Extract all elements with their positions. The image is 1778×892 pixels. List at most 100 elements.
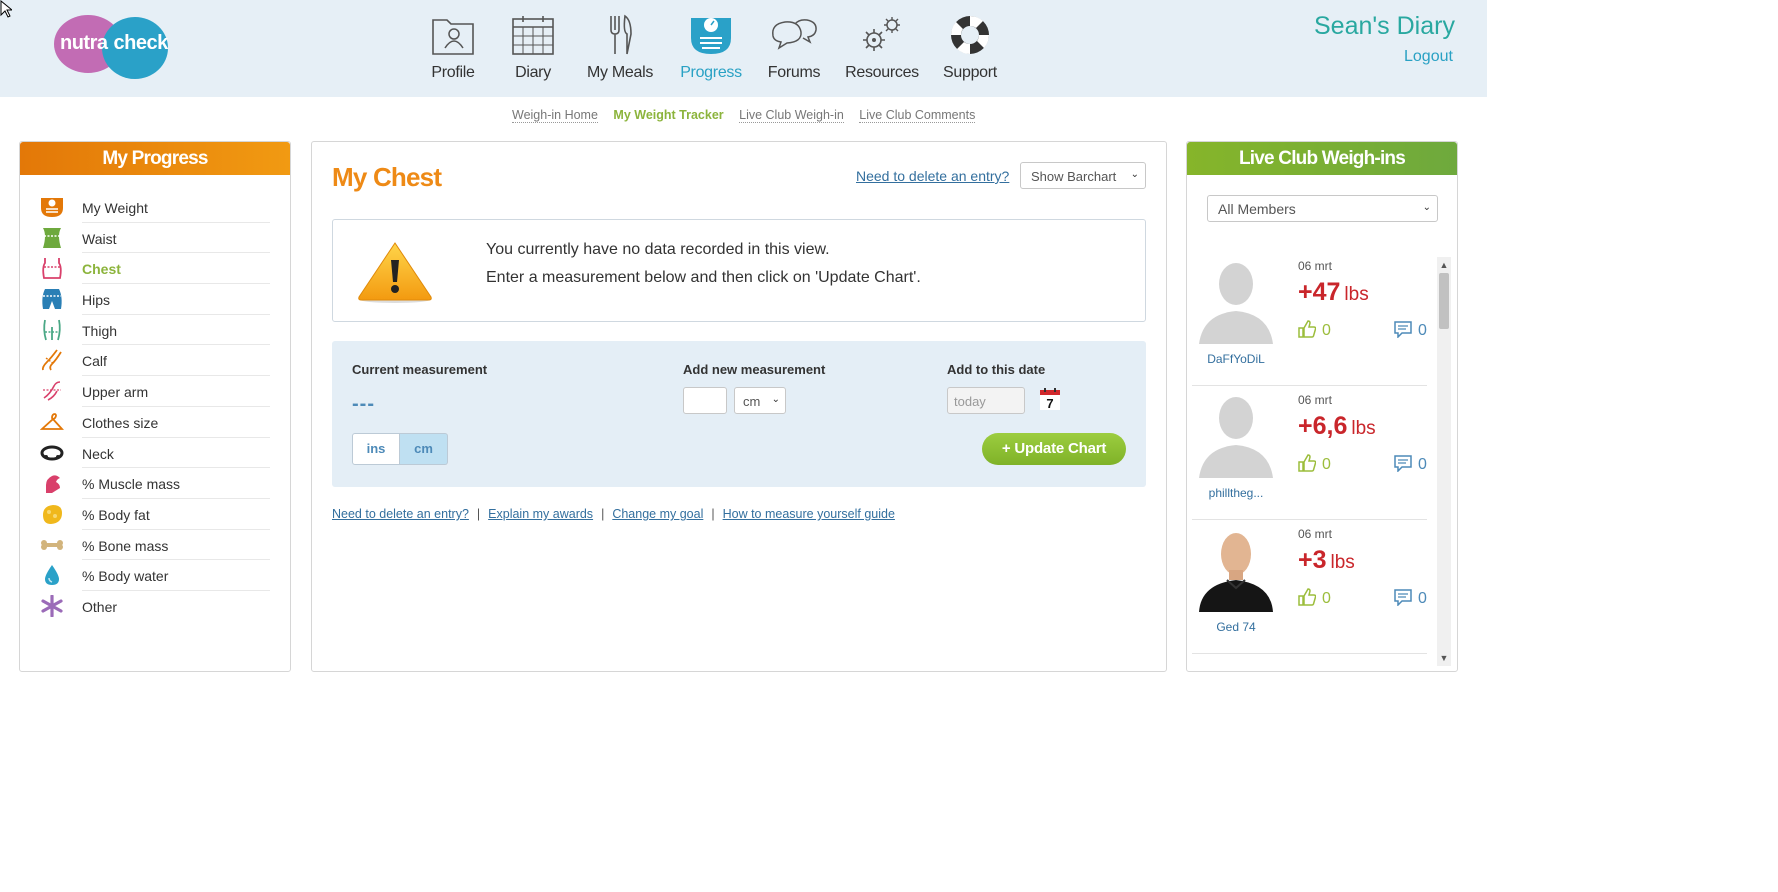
like-button[interactable]: 0 <box>1298 320 1331 340</box>
units-toggle: ins cm <box>352 433 448 465</box>
calf-icon <box>41 349 62 371</box>
fat-icon <box>43 504 62 524</box>
photo-avatar-icon[interactable] <box>1197 528 1275 612</box>
unit-cm-button[interactable]: cm <box>400 433 448 465</box>
page-title: My Chest <box>332 162 442 192</box>
nav-profile[interactable]: Profile <box>408 14 498 82</box>
member-name[interactable]: DaFfYoDiL <box>1192 352 1280 366</box>
progress-item-calf[interactable]: Calf <box>41 345 270 377</box>
progress-item-other[interactable]: Other <box>41 591 270 622</box>
thumbs-up-icon <box>1298 320 1317 338</box>
waist-icon <box>43 227 61 248</box>
chevron-down-icon: ⌄ <box>1422 202 1431 213</box>
subnav-weigh-in-home[interactable]: Weigh-in Home <box>512 108 598 123</box>
nav-resources[interactable]: Resources <box>837 14 927 82</box>
progress-item-body-fat[interactable]: % Body fat <box>43 499 270 530</box>
measurement-input[interactable] <box>683 387 727 414</box>
lifebuoy-icon <box>950 15 990 55</box>
comment-button[interactable]: 0 <box>1394 454 1427 474</box>
default-avatar-icon[interactable] <box>1197 394 1275 478</box>
feed-scrollbar[interactable]: ▲ ▼ <box>1437 257 1451 666</box>
progress-item-thigh[interactable]: Thigh <box>43 315 270 346</box>
scroll-up-arrow-icon[interactable]: ▲ <box>1439 259 1449 271</box>
need-delete-entry-link-bottom[interactable]: Need to delete an entry? <box>332 507 469 521</box>
need-delete-entry-link[interactable]: Need to delete an entry? <box>856 168 1009 184</box>
user-diary-title: Sean's Diary <box>1314 12 1455 40</box>
progress-item-upper-arm[interactable]: Upper arm <box>43 376 270 407</box>
feed-item: DaFfYoDiL 06 mrt +47 lbs 0 0 <box>1192 252 1427 386</box>
current-measurement-label: Current measurement <box>352 362 488 377</box>
progress-item-neck[interactable]: Neck <box>40 438 270 469</box>
nav-resources-label: Resources <box>845 64 919 81</box>
add-measurement-label: Add new measurement <box>683 362 826 377</box>
subnav-live-club-weigh-in[interactable]: Live Club Weigh-in <box>739 108 844 123</box>
explain-awards-link[interactable]: Explain my awards <box>488 507 593 521</box>
default-avatar-icon[interactable] <box>1197 260 1275 344</box>
comment-button[interactable]: 0 <box>1394 588 1427 608</box>
upper-arm-icon <box>43 381 61 401</box>
progress-item-hips[interactable]: Hips <box>42 284 270 315</box>
nutracheck-logo[interactable]: nutra check <box>54 13 170 81</box>
logo-text-left: nutra <box>60 32 108 54</box>
unit-ins-button[interactable]: ins <box>352 433 400 465</box>
chart-type-value: Show Barchart <box>1031 169 1117 184</box>
member-name[interactable]: phillthеg... <box>1192 486 1280 500</box>
logo-text-right: check <box>113 32 169 54</box>
nav-profile-label: Profile <box>431 64 475 81</box>
current-measurement-value: --- <box>352 393 375 415</box>
scroll-down-arrow-icon[interactable]: ▼ <box>1439 652 1449 664</box>
chart-type-select[interactable]: Show Barchart ⌄ <box>1020 162 1146 189</box>
nav-my-meals[interactable]: My Meals <box>575 14 665 82</box>
scroll-thumb[interactable] <box>1439 273 1449 329</box>
progress-item-label: % Muscle mass <box>82 476 181 493</box>
comment-icon <box>1394 589 1412 607</box>
hips-icon <box>42 289 62 310</box>
progress-item-label: % Body water <box>82 568 169 585</box>
nav-forums[interactable]: Forums <box>749 14 839 82</box>
progress-item-waist[interactable]: Waist <box>43 223 270 254</box>
nav-support[interactable]: Support <box>925 14 1015 82</box>
logout-link[interactable]: Logout <box>1404 48 1453 66</box>
comment-icon <box>1394 321 1412 339</box>
progress-item-label: Hips <box>82 292 111 309</box>
subnav-my-weight-tracker[interactable]: My Weight Tracker <box>613 108 723 122</box>
chest-icon <box>42 258 62 280</box>
nav-progress[interactable]: Progress <box>666 14 756 82</box>
profile-icon <box>432 19 474 55</box>
like-count: 0 <box>1322 590 1331 607</box>
progress-item-chest[interactable]: Chest <box>42 253 270 285</box>
cutlery-icon <box>610 14 632 55</box>
change-goal-link[interactable]: Change my goal <box>612 507 703 521</box>
sub-navigation: Weigh-in Home My Weight Tracker Live Clu… <box>512 108 987 123</box>
nav-diary[interactable]: Diary <box>488 14 578 82</box>
calendar-day-text: 7 <box>1046 396 1053 411</box>
progress-item-clothes-size[interactable]: Clothes size <box>40 407 270 438</box>
muscle-icon <box>46 475 60 494</box>
progress-item-my-weight[interactable]: My Weight <box>41 192 270 223</box>
like-button[interactable]: 0 <box>1298 454 1331 474</box>
like-button[interactable]: 0 <box>1298 588 1331 608</box>
alert-message-line1: You currently have no data recorded in t… <box>486 241 830 258</box>
comment-count: 0 <box>1418 456 1427 473</box>
weight-change: +3 lbs <box>1298 546 1355 575</box>
subnav-live-club-comments[interactable]: Live Club Comments <box>859 108 976 123</box>
comment-count: 0 <box>1418 322 1427 339</box>
progress-item-bone-mass[interactable]: % Bone mass <box>41 530 270 561</box>
progress-item-body-water[interactable]: % Body water <box>45 560 270 591</box>
progress-item-label: Neck <box>82 445 114 462</box>
unit-select[interactable]: cm ⌄ <box>734 387 786 414</box>
member-name[interactable]: Ged 74 <box>1192 620 1280 634</box>
comment-button[interactable]: 0 <box>1394 320 1427 340</box>
live-club-weigh-ins-panel: Live Club Weigh-ins All Members ⌄ DaFfYo… <box>1186 141 1458 672</box>
weight-change: +47 lbs <box>1298 278 1369 307</box>
update-chart-button[interactable]: + Update Chart <box>982 433 1126 465</box>
calendar-picker-icon[interactable]: 7 <box>1039 387 1061 411</box>
measure-guide-link[interactable]: How to measure yourself guide <box>723 507 895 521</box>
nav-support-label: Support <box>943 64 997 81</box>
weight-change-value: +3 <box>1298 546 1327 574</box>
progress-item-muscle-mass[interactable]: % Muscle mass <box>46 468 270 499</box>
members-filter-select[interactable]: All Members ⌄ <box>1207 195 1438 222</box>
progress-item-label: My Weight <box>82 200 148 216</box>
date-input[interactable]: today <box>947 387 1025 414</box>
members-filter-value: All Members <box>1218 201 1296 217</box>
